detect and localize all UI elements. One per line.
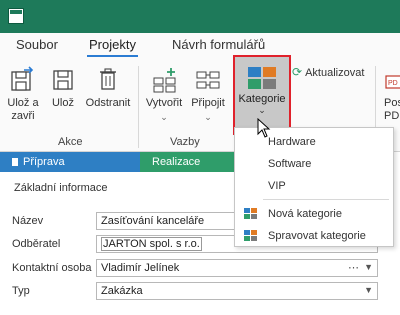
save-button[interactable]: Ulož [48, 66, 78, 110]
menu-item-label: Software [268, 158, 312, 170]
save-icon [53, 70, 73, 90]
menu-item-vip[interactable]: VIP [235, 176, 393, 196]
save-close-icon [11, 66, 34, 91]
group-actions-label: Akce [58, 136, 83, 148]
pdf-icon: PD [385, 75, 400, 89]
field-label: Název [12, 215, 44, 227]
attach-button[interactable]: Připojit ⌄ [188, 66, 228, 124]
create-label: Vytvořit [145, 97, 183, 109]
tab-file[interactable]: Soubor [16, 37, 58, 52]
save-close-label: Ulož a zavři [7, 97, 39, 122]
type-value: Zakázka [101, 285, 143, 297]
refresh-icon: ⟳ [292, 65, 303, 79]
ribbon-tabs: Soubor Projekty Návrh formulářů [0, 33, 400, 60]
flow-step-preparation[interactable]: Příprava [0, 152, 150, 172]
category-dropdown-menu: Hardware Software VIP Nová kategorie Spr… [234, 127, 394, 247]
flow-step-label: Realizace [152, 156, 201, 168]
group-separator [138, 66, 139, 148]
trash-icon [100, 68, 116, 90]
attach-link-icon [196, 71, 220, 89]
group-links-label: Vazby [170, 136, 200, 148]
manage-categories-icon [244, 230, 257, 241]
post-pdf-button[interactable]: PD Pos PD [384, 66, 400, 123]
type-field[interactable]: Zakázka ▼ [96, 282, 378, 300]
customer-value: JARTON spol. s r.o. [101, 237, 202, 251]
svg-text:PD: PD [388, 80, 398, 87]
menu-item-label: Nová kategorie [268, 208, 342, 220]
create-button[interactable]: Vytvořit ⌄ [144, 66, 184, 124]
menu-item-new-category[interactable]: Nová kategorie [235, 204, 393, 224]
section-title: Základní informace [14, 182, 108, 194]
field-label: Odběratel [12, 238, 61, 250]
app-icon [8, 8, 24, 24]
chevron-down-icon: ⌄ [204, 112, 212, 122]
save-close-button[interactable]: Ulož a zavři [4, 66, 42, 123]
name-value: Zasíťování kanceláře [101, 215, 205, 227]
refresh-button[interactable]: ⟳ Aktualizovat [292, 66, 372, 80]
contact-field[interactable]: Vladimír Jelínek ⋯ ▼ [96, 259, 378, 277]
dropdown-arrow-icon[interactable]: ▼ [364, 262, 373, 272]
flow-step-label: Příprava [23, 156, 65, 168]
flow-step-realization[interactable]: Realizace [140, 152, 240, 172]
delete-button[interactable]: Odstranit [84, 66, 132, 110]
tab-form-design[interactable]: Návrh formulářů [172, 37, 265, 52]
refresh-label: Aktualizovat [305, 67, 365, 79]
tab-projects[interactable]: Projekty [87, 37, 138, 57]
field-label: Kontaktní osoba [12, 262, 92, 274]
menu-item-label: Hardware [268, 136, 316, 148]
post-pdf-label: Pos [384, 97, 400, 109]
field-label: Typ [12, 285, 30, 297]
delete-label: Odstranit [85, 97, 131, 109]
post-pdf-label-2: PD [384, 110, 400, 122]
title-bar [0, 0, 400, 33]
menu-item-manage-categories[interactable]: Spravovat kategorie [235, 226, 393, 246]
more-icon[interactable]: ⋯ [348, 261, 359, 274]
flag-icon [12, 158, 18, 166]
menu-item-label: VIP [268, 180, 286, 192]
create-link-icon [153, 68, 176, 93]
save-label: Ulož [51, 97, 74, 109]
dropdown-arrow-icon[interactable]: ▼ [364, 285, 373, 295]
contact-value: Vladimír Jelínek [101, 262, 180, 274]
menu-item-software[interactable]: Software [235, 154, 393, 174]
attach-label: Připojit [191, 97, 225, 109]
mouse-cursor-icon [257, 118, 271, 138]
new-category-icon [244, 208, 257, 219]
category-icon [248, 67, 276, 89]
chevron-down-icon: ⌄ [160, 112, 168, 122]
menu-item-label: Spravovat kategorie [268, 230, 366, 242]
category-label: Kategorie [238, 93, 286, 105]
chevron-down-icon: ⌄ [258, 105, 266, 115]
menu-separator [263, 199, 389, 200]
